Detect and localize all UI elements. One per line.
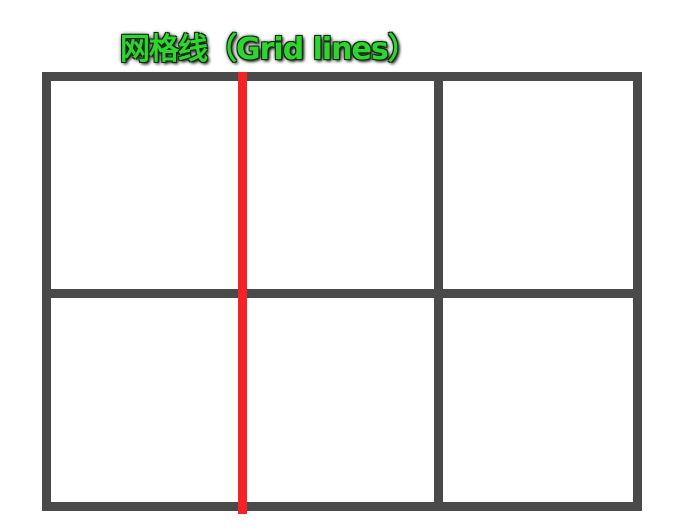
grid-line-middle-row [42, 289, 642, 298]
grid-line-right [633, 72, 642, 511]
grid-line-top [42, 72, 642, 81]
grid-line-column-2 [434, 72, 443, 511]
highlighted-grid-line [238, 72, 247, 514]
grid-line-left [42, 72, 51, 511]
diagram-title: 网格线（Grid lines） [120, 32, 418, 67]
grid-line-bottom [42, 502, 642, 511]
